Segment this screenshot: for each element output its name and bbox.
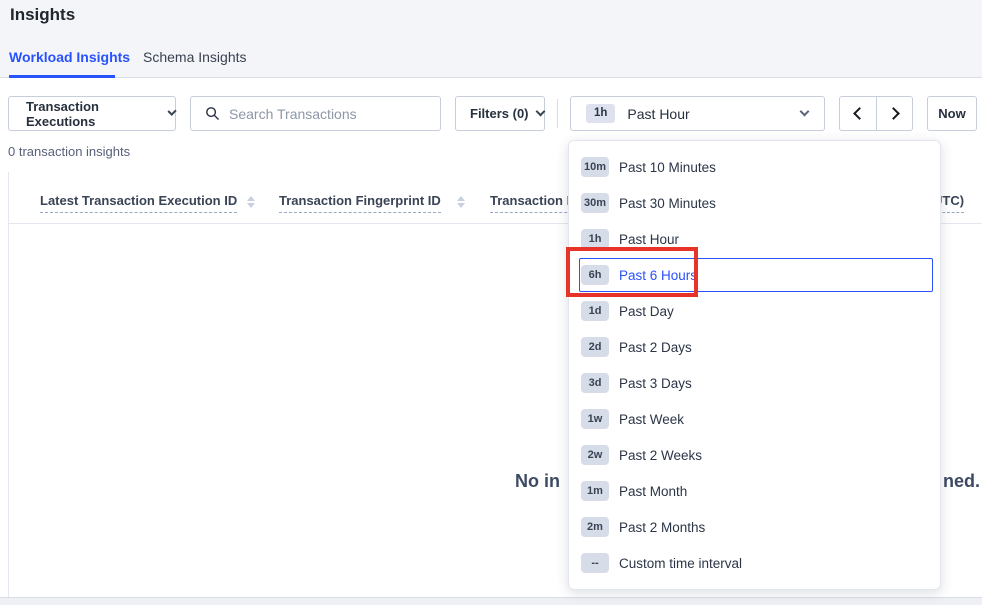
- time-option-label: Past 10 Minutes: [619, 160, 716, 175]
- column-header-latest-transaction-execution-id[interactable]: Latest Transaction Execution ID: [40, 193, 237, 213]
- filters-label: Filters (0): [470, 106, 529, 121]
- column-header-transaction-fingerprint-id[interactable]: Transaction Fingerprint ID: [279, 193, 441, 213]
- tab-schema-insights[interactable]: Schema Insights: [143, 49, 247, 65]
- time-option-label: Past 3 Days: [619, 376, 692, 391]
- time-option-past-10-minutes[interactable]: 10m Past 10 Minutes: [569, 149, 940, 185]
- time-option-label: Past 2 Months: [619, 520, 705, 535]
- time-option-label: Past 2 Days: [619, 340, 692, 355]
- time-option-past-week[interactable]: 1w Past Week: [569, 401, 940, 437]
- empty-state-text-fragment: No in: [515, 471, 560, 492]
- page-title: Insights: [10, 5, 75, 25]
- time-option-past-month[interactable]: 1m Past Month: [569, 473, 940, 509]
- time-step-buttons: [839, 96, 913, 131]
- time-option-label: Past 30 Minutes: [619, 196, 716, 211]
- sort-icon[interactable]: [247, 196, 255, 208]
- time-option-badge: 1m: [581, 481, 609, 501]
- time-interval-label: Past Hour: [627, 106, 689, 122]
- time-option-past-2-weeks[interactable]: 2w Past 2 Weeks: [569, 437, 940, 473]
- previous-interval-button[interactable]: [840, 97, 876, 130]
- time-option-label: Past Hour: [619, 232, 679, 247]
- time-option-badge: 1h: [581, 229, 609, 249]
- sort-icon[interactable]: [457, 196, 465, 208]
- chevron-down-icon: [167, 107, 177, 117]
- workload-type-select[interactable]: Transaction Executions: [8, 96, 176, 131]
- tab-workload-insights[interactable]: Workload Insights: [9, 49, 130, 65]
- time-option-badge: 30m: [581, 193, 609, 213]
- time-option-label: Past Week: [619, 412, 684, 427]
- workload-type-label: Transaction Executions: [26, 99, 157, 129]
- chevron-left-icon: [853, 107, 866, 120]
- time-interval-dropdown: 10m Past 10 Minutes 30m Past 30 Minutes …: [568, 140, 941, 590]
- time-option-past-2-months[interactable]: 2m Past 2 Months: [569, 509, 940, 545]
- filters-button[interactable]: Filters (0): [455, 96, 545, 131]
- time-option-badge: 1w: [581, 409, 609, 429]
- time-option-past-30-minutes[interactable]: 30m Past 30 Minutes: [569, 185, 940, 221]
- table-left-border: [8, 172, 9, 597]
- search-container: [190, 96, 441, 131]
- time-option-label: Past 6 Hours: [619, 268, 697, 283]
- time-option-badge: 6h: [581, 265, 609, 285]
- toolbar-divider: [557, 99, 558, 128]
- search-icon: [205, 106, 220, 121]
- chevron-down-icon: [535, 107, 545, 117]
- time-option-label: Custom time interval: [619, 556, 742, 571]
- time-option-badge: 3d: [581, 373, 609, 393]
- page-header: Insights Workload Insights Schema Insigh…: [0, 0, 982, 78]
- now-button[interactable]: Now: [927, 96, 977, 131]
- time-option-label: Past Day: [619, 304, 674, 319]
- time-option-badge: 10m: [581, 157, 609, 177]
- chevron-right-icon: [887, 107, 900, 120]
- time-option-past-3-days[interactable]: 3d Past 3 Days: [569, 365, 940, 401]
- active-tab-underline: [9, 75, 115, 78]
- time-option-past-6-hours[interactable]: 6h Past 6 Hours: [569, 257, 940, 293]
- time-option-badge: --: [581, 553, 609, 573]
- time-option-past-day[interactable]: 1d Past Day: [569, 293, 940, 329]
- time-option-badge: 2d: [581, 337, 609, 357]
- empty-state-text-fragment: ned.: [943, 471, 980, 492]
- time-option-badge: 2w: [581, 445, 609, 465]
- time-option-past-hour[interactable]: 1h Past Hour: [569, 221, 940, 257]
- time-option-custom-time-interval[interactable]: -- Custom time interval: [569, 545, 940, 581]
- next-interval-button[interactable]: [876, 97, 912, 130]
- time-option-past-2-days[interactable]: 2d Past 2 Days: [569, 329, 940, 365]
- time-option-badge: 2m: [581, 517, 609, 537]
- time-interval-select[interactable]: 1h Past Hour: [570, 96, 825, 131]
- time-option-badge: 1d: [581, 301, 609, 321]
- chevron-down-icon: [800, 107, 810, 117]
- time-option-label: Past 2 Weeks: [619, 448, 702, 463]
- time-option-label: Past Month: [619, 484, 687, 499]
- table-bottom-edge: [0, 597, 982, 605]
- time-interval-badge: 1h: [586, 104, 615, 124]
- insights-count: 0 transaction insights: [8, 144, 130, 159]
- search-input[interactable]: [229, 106, 440, 122]
- now-label: Now: [938, 106, 965, 121]
